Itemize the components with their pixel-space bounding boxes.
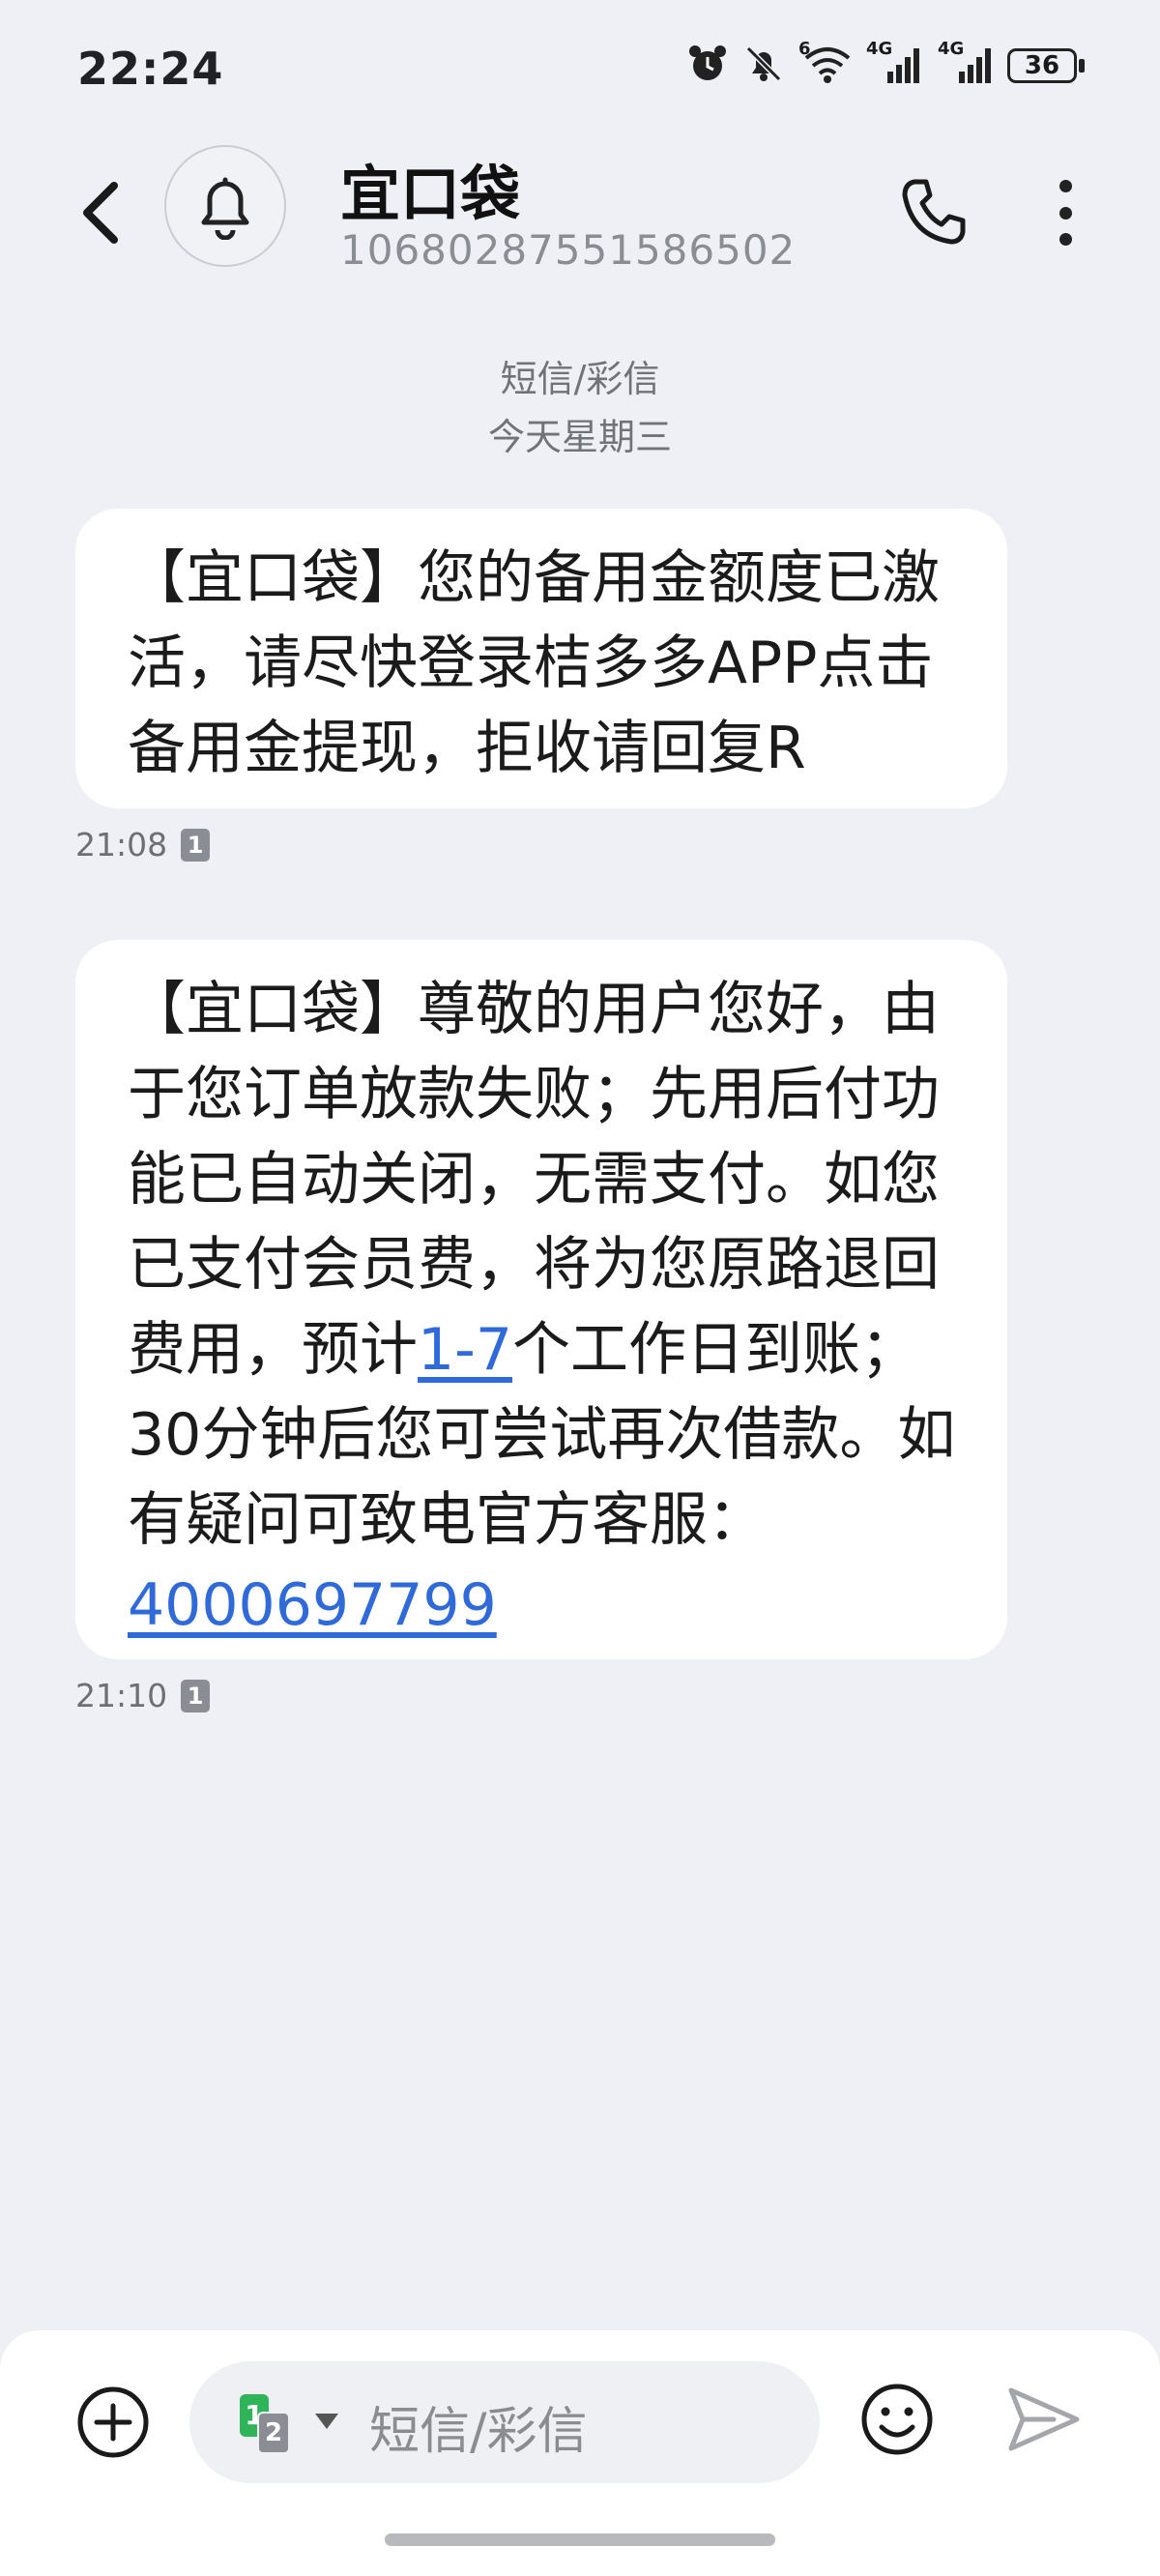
back-button[interactable] bbox=[73, 174, 131, 251]
call-button[interactable] bbox=[897, 174, 971, 248]
cell-signal-2-icon: 4G bbox=[938, 39, 996, 85]
phone-icon bbox=[902, 179, 966, 245]
home-indicator[interactable] bbox=[385, 2533, 775, 2546]
date-label: 今天星期三 bbox=[487, 416, 672, 458]
bell-icon bbox=[201, 177, 249, 240]
sim-selector[interactable]: 1 2 bbox=[240, 2394, 346, 2454]
more-dot-icon bbox=[1058, 233, 1072, 246]
wifi-icon: 6 bbox=[798, 39, 853, 85]
avatar[interactable] bbox=[164, 145, 286, 267]
smiley-icon bbox=[861, 2384, 933, 2455]
cell-signal-1-icon: 4G bbox=[866, 39, 924, 85]
phone-number-link[interactable]: 4000697799 bbox=[128, 1571, 497, 1639]
sim-secondary-badge: 2 bbox=[257, 2412, 290, 2454]
status-bar: 22:24 6 4G 4G 36 bbox=[0, 0, 1160, 145]
message-placeholder: 短信/彩信 bbox=[369, 2403, 588, 2461]
more-options-button[interactable] bbox=[1044, 174, 1087, 251]
message-time: 21:08 bbox=[75, 826, 168, 864]
send-button[interactable] bbox=[1005, 2385, 1083, 2454]
contact-name: 宜口袋 bbox=[340, 159, 521, 229]
caret-down-icon bbox=[315, 2414, 338, 2429]
send-arrow-icon bbox=[1008, 2387, 1080, 2451]
chevron-left-icon bbox=[83, 182, 118, 244]
sim-badge: 1 bbox=[181, 828, 211, 862]
message-bubble[interactable]: 【宜口袋】您的备用金额度已激活，请尽快登录桔多多APP点击备用金提现，拒收请回复… bbox=[75, 509, 1007, 808]
composer-bar: 1 2 短信/彩信 bbox=[0, 2330, 1160, 2576]
message-type-label: 短信/彩信 bbox=[500, 358, 660, 400]
conversation-meta: 短信/彩信 今天星期三 bbox=[0, 350, 1160, 466]
more-dot-icon bbox=[1058, 180, 1072, 192]
emoji-button[interactable] bbox=[858, 2381, 936, 2458]
sim-badge: 1 bbox=[181, 1679, 211, 1712]
add-attachment-button[interactable] bbox=[75, 2385, 151, 2460]
status-time: 22:24 bbox=[77, 43, 224, 95]
mute-bell-icon bbox=[745, 45, 782, 82]
contact-number: 10680287551586502 bbox=[340, 226, 797, 274]
date-range-link[interactable]: 1-7 bbox=[418, 1316, 512, 1384]
status-icons: 6 4G 4G bbox=[686, 39, 996, 85]
battery-level: 36 bbox=[1024, 51, 1060, 80]
conversation-header: 宜口袋 10680287551586502 bbox=[0, 145, 1160, 329]
battery-icon: 36 bbox=[1007, 48, 1087, 85]
plus-circle-icon bbox=[77, 2386, 149, 2458]
message-meta: 21:08 1 bbox=[75, 826, 211, 864]
alarm-icon bbox=[689, 45, 726, 80]
message-input[interactable]: 1 2 短信/彩信 bbox=[189, 2361, 820, 2483]
more-dot-icon bbox=[1058, 206, 1072, 220]
message-time: 21:10 bbox=[75, 1677, 168, 1714]
message-meta: 21:10 1 bbox=[75, 1677, 211, 1714]
message-text: 【宜口袋】您的备用金额度已激活，请尽快登录桔多多APP点击备用金提现，拒收请回复… bbox=[128, 544, 940, 782]
message-bubble[interactable]: 【宜口袋】尊敬的用户您好，由于您订单放款失败；先用后付功能已自动关闭，无需支付。… bbox=[75, 940, 1007, 1659]
